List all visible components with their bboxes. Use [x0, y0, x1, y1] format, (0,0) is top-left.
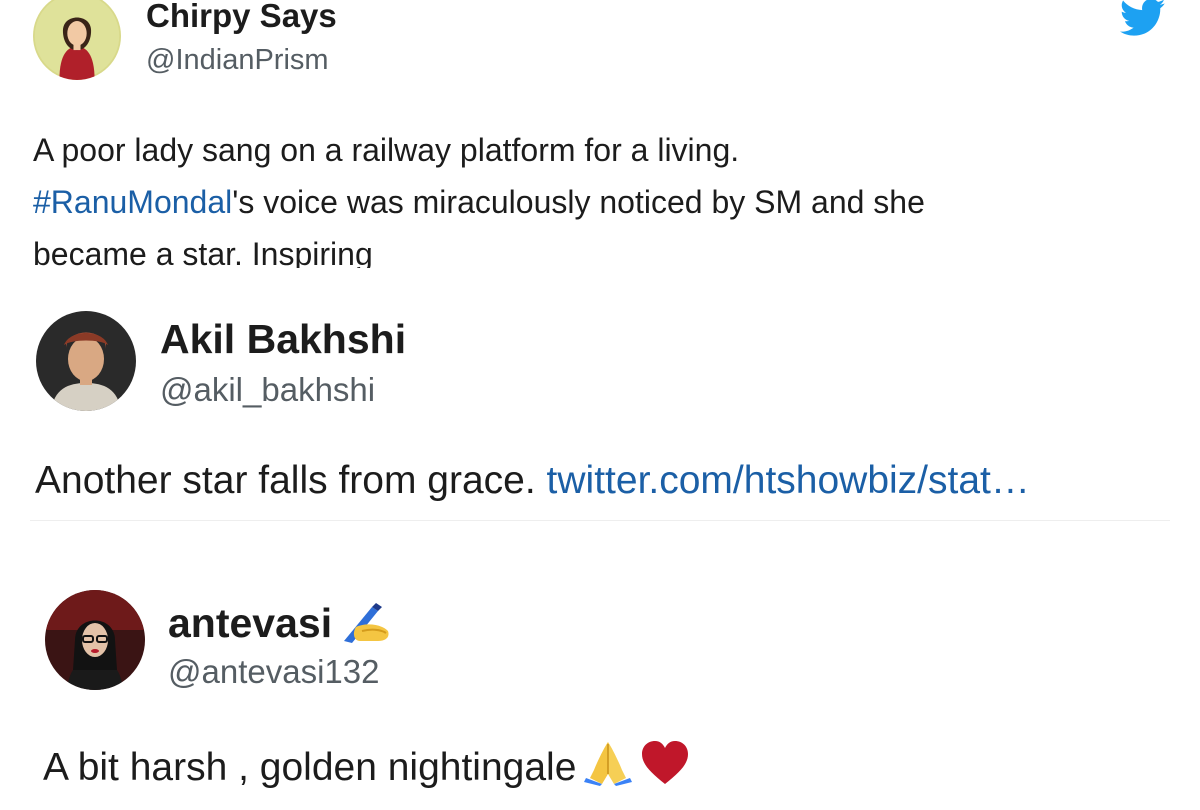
avatar[interactable] — [36, 311, 136, 411]
tweet-text-line: #RanuMondal's voice was miraculously not… — [33, 176, 1173, 228]
tweet-text-fragment: Another star falls from grace. — [35, 459, 536, 502]
tweet-text-line: A poor lady sang on a railway platform f… — [33, 132, 740, 168]
avatar[interactable] — [33, 0, 121, 80]
divider — [30, 520, 1170, 521]
red-heart-icon — [640, 740, 690, 800]
tweet-text-line: became a star. Inspiring — [33, 236, 373, 268]
tweet-link[interactable]: twitter.com/htshowbiz/stat… — [547, 459, 1030, 502]
twitter-bird-icon[interactable] — [1119, 0, 1166, 38]
avatar[interactable] — [45, 590, 145, 690]
user-handle[interactable]: @IndianPrism — [146, 42, 329, 78]
folded-hands-icon — [584, 738, 633, 800]
tweet-text-fragment: A bit harsh , golden nightingale — [43, 746, 577, 789]
tweet-body: A poor lady sang on a railway platform f… — [33, 124, 1173, 268]
tweet-screenshot: Chirpy Says @IndianPrism A poor lady san… — [0, 0, 1200, 810]
user-handle[interactable]: @akil_bakhshi — [160, 370, 375, 410]
display-name[interactable]: Akil Bakhshi — [160, 314, 406, 364]
display-name[interactable]: antevasi — [168, 598, 392, 654]
tweet-body: Another star falls from grace. twitter.c… — [35, 456, 1030, 506]
display-name[interactable]: Chirpy Says — [146, 0, 337, 36]
user-handle[interactable]: @antevasi132 — [168, 652, 379, 692]
writing-hand-icon — [340, 601, 392, 654]
display-name-text: antevasi — [168, 600, 333, 646]
tweet-body: A bit harsh , golden nightingale — [43, 738, 690, 800]
hashtag-link[interactable]: #RanuMondal — [33, 184, 232, 220]
tweet-text-fragment: 's voice was miraculously noticed by SM … — [232, 184, 925, 220]
